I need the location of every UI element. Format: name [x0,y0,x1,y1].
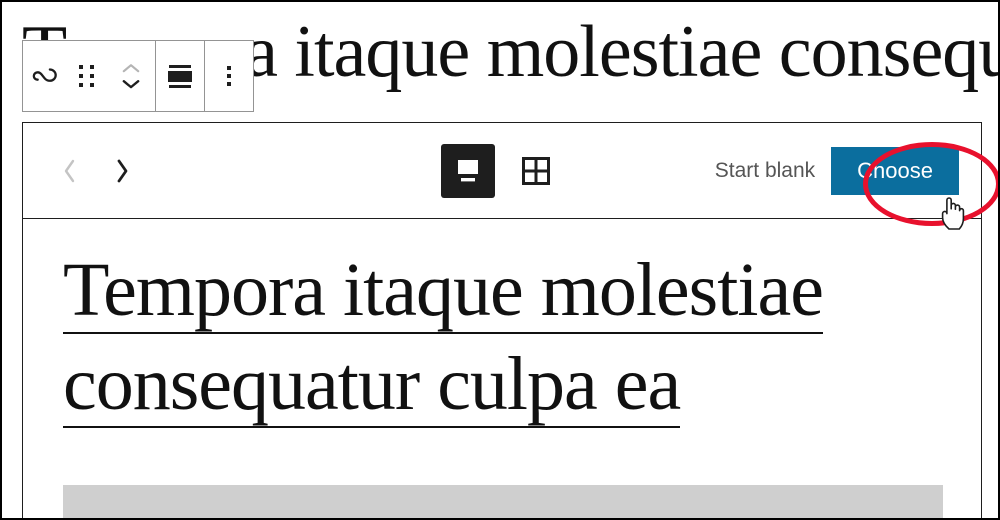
start-blank-button[interactable]: Start blank [713,155,817,187]
pattern-preview-heading: Tempora itaque molestiae consequatur cul… [63,243,893,431]
block-mover-controls [107,41,155,111]
block-toolbar [22,40,254,112]
loop-icon [32,68,57,82]
chevron-down-icon [122,80,140,89]
pattern-preview-placeholder-block [63,485,943,518]
chevron-left-icon [64,159,75,182]
pattern-preview[interactable]: Tempora itaque molestiae consequatur cul… [23,219,981,518]
move-up-button[interactable] [122,63,140,73]
block-type-button[interactable] [23,41,65,111]
view-mode-grid-button[interactable] [509,144,563,198]
desktop-view-icon [458,159,478,181]
drag-handle-icon [78,65,94,87]
next-pattern-button[interactable] [109,154,135,188]
view-mode-single-button[interactable] [441,143,495,198]
move-down-button[interactable] [122,79,140,89]
previous-pattern-button[interactable] [57,154,83,188]
block-toolbar-group-align [156,41,205,111]
pattern-nav-group [57,154,135,188]
block-toolbar-group-block [23,41,156,111]
more-options-icon [227,66,231,86]
align-button[interactable] [156,41,204,111]
pattern-picker-actions: Start blank Choose [713,146,959,195]
block-drag-handle[interactable] [65,41,107,111]
block-toolbar-group-more [205,41,253,111]
more-options-button[interactable] [205,41,253,111]
chevron-up-icon [122,64,140,73]
choose-button[interactable]: Choose [831,146,959,195]
align-wide-icon [167,63,193,89]
screenshot-root: Tempora itaque molestiae consequatur cul… [0,0,1000,520]
pattern-picker-header: Start blank Choose [23,123,981,219]
chevron-right-icon [117,159,128,182]
pattern-preview-heading-text: Tempora itaque molestiae consequatur cul… [63,248,824,428]
pattern-picker-panel: Start blank Choose Tempora itaque molest… [22,122,982,518]
grid-view-icon [522,156,550,185]
